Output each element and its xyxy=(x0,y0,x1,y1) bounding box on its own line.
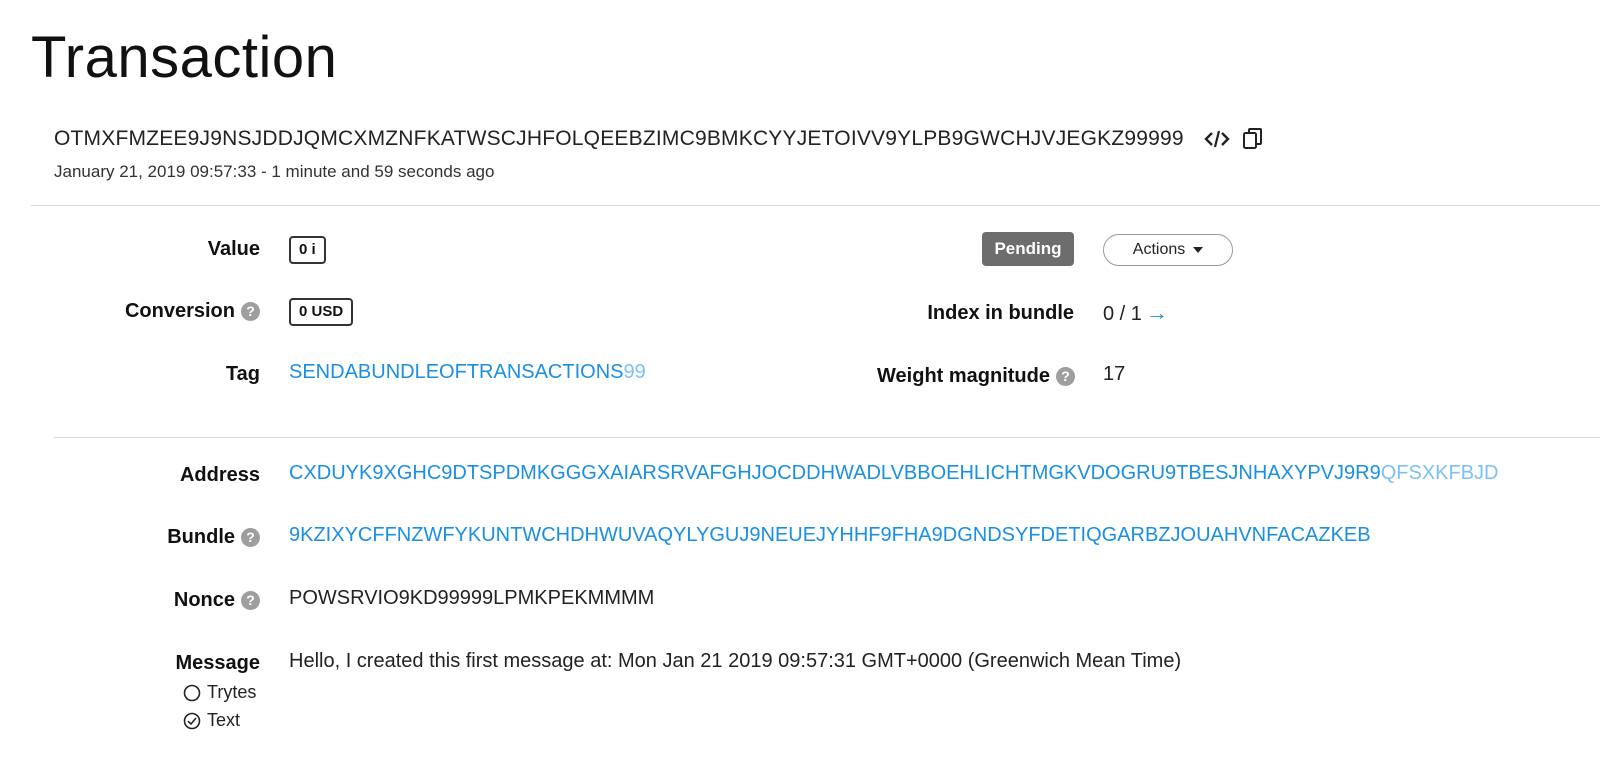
value-label-text: Value xyxy=(207,237,260,260)
copy-icon[interactable] xyxy=(1238,124,1268,154)
message-format-text-label: Text xyxy=(207,710,241,730)
conversion-label: Conversion ? xyxy=(125,298,260,324)
message-format-text-option[interactable]: Text xyxy=(183,710,240,731)
tag-main[interactable]: SENDABUNDLEOFTRANSACTIONS xyxy=(289,361,624,383)
address-main[interactable]: CXDUYK9XGHC9DTSPDMKGGGXAIARSRVAFGHJOCDDH… xyxy=(289,462,1381,484)
value-label: Value xyxy=(208,236,260,262)
caret-down-icon xyxy=(1193,247,1204,253)
page-title: Transaction xyxy=(31,25,338,90)
status-badge: Pending xyxy=(982,232,1074,266)
address-checksum[interactable]: QFSXKFBJD xyxy=(1381,462,1499,484)
actions-button[interactable]: Actions xyxy=(1103,234,1233,266)
message-format-trytes-label: Trytes xyxy=(207,682,257,702)
message-label-text: Message xyxy=(175,651,261,674)
index-in-bundle-value: 0 / 1 → xyxy=(1103,300,1168,326)
conversion-badge: 0 USD xyxy=(289,298,354,326)
conversion-label-text: Conversion xyxy=(124,299,235,322)
tag-label-text: Tag xyxy=(225,362,260,385)
transaction-timestamp: January 21, 2019 09:57:33 - 1 minute and… xyxy=(54,162,495,181)
header-divider xyxy=(31,205,1600,206)
tag-suffix[interactable]: 99 xyxy=(624,361,646,383)
help-icon[interactable]: ? xyxy=(1056,366,1075,386)
index-in-bundle-label: Index in bundle xyxy=(927,300,1074,326)
section-divider xyxy=(54,437,1600,438)
weight-magnitude-label: Weight magnitude ? xyxy=(877,363,1075,389)
code-icon[interactable] xyxy=(1202,124,1232,154)
weight-magnitude-value: 17 xyxy=(1103,363,1126,385)
nonce-label-text: Nonce xyxy=(173,588,235,611)
actions-button-label: Actions xyxy=(1132,241,1186,258)
address-label-text: Address xyxy=(179,463,260,486)
bundle-label: Bundle ? xyxy=(167,524,260,550)
radio-checked-icon[interactable] xyxy=(183,712,201,730)
help-icon[interactable]: ? xyxy=(241,527,260,547)
address-link[interactable]: CXDUYK9XGHC9DTSPDMKGGGXAIARSRVAFGHJOCDDH… xyxy=(289,462,1499,485)
help-icon[interactable]: ? xyxy=(241,590,260,610)
radio-unchecked-icon[interactable] xyxy=(183,684,201,702)
bundle-link[interactable]: 9KZIXYCFFNZWFYKUNTWCHDHWUVAQYLYGUJ9NEUEJ… xyxy=(289,524,1371,547)
index-in-bundle-text: 0 / 1 xyxy=(1103,303,1142,325)
help-icon[interactable]: ? xyxy=(241,301,260,321)
value-badge: 0 i xyxy=(289,236,326,264)
index-in-bundle-label-text: Index in bundle xyxy=(927,301,1074,324)
message-format-trytes-option[interactable]: Trytes xyxy=(183,682,256,703)
nonce-label: Nonce ? xyxy=(174,587,260,613)
tag-link[interactable]: SENDABUNDLEOFTRANSACTIONS99 xyxy=(289,361,646,384)
transaction-hash: OTMXFMZEE9J9NSJDDJQMCXMZNFKATWSCJHFOLQEE… xyxy=(54,127,1184,150)
message-value: Hello, I created this first message at: … xyxy=(289,650,1182,672)
arrow-right-icon[interactable]: → xyxy=(1146,300,1168,325)
message-label: Message xyxy=(176,650,261,676)
tag-label: Tag xyxy=(226,361,260,387)
weight-magnitude-label-text: Weight magnitude xyxy=(877,364,1050,387)
address-label: Address xyxy=(180,462,260,488)
bundle-label-text: Bundle xyxy=(167,525,235,548)
transaction-hash-row: OTMXFMZEE9J9NSJDDJQMCXMZNFKATWSCJHFOLQEE… xyxy=(54,124,1268,154)
nonce-value: POWSRVIO9KD99999LPMKPEKMMMM xyxy=(289,587,655,609)
